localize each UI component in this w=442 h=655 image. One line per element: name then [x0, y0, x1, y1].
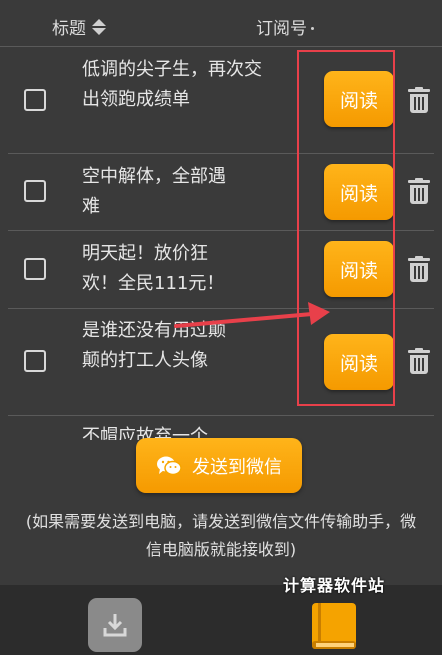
select-checkbox[interactable] [24, 350, 46, 372]
title-column-header[interactable]: 标题 [52, 14, 106, 39]
title-column-label: 标题 [52, 19, 86, 39]
trash-icon[interactable] [408, 87, 430, 113]
select-checkbox[interactable] [24, 258, 46, 280]
dot-icon [311, 27, 314, 30]
download-icon [103, 614, 127, 637]
highlight-box [297, 50, 395, 406]
article-title: 空中解体，全部遇难 [82, 166, 226, 217]
subscription-column-label: 订阅号 [256, 19, 307, 39]
subscription-column-header: 订阅号 [256, 14, 314, 39]
select-checkbox[interactable] [24, 180, 46, 202]
watermark: 计算器软件站 [283, 576, 386, 595]
article-title: 是谁还没有用过颠颠的打工人头像 [82, 320, 226, 371]
help-note: (如果需要发送到电脑，请发送到微信文件传输助手，微信电脑版就能接收到) [25, 512, 417, 559]
book-icon[interactable] [306, 597, 362, 655]
article-title: 明天起！放价狂欢！全民111元！ [82, 243, 225, 294]
trash-icon[interactable] [408, 256, 430, 282]
send-button-label: 发送到微信 [192, 456, 282, 478]
sort-icon[interactable] [92, 18, 106, 35]
send-to-wechat-button[interactable]: 发送到微信 [136, 438, 302, 493]
wechat-icon [157, 456, 182, 475]
list-header: 标题 订阅号 [0, 0, 442, 47]
trash-icon[interactable] [408, 348, 430, 374]
select-checkbox[interactable] [24, 89, 46, 111]
article-title: 低调的尖子生，再次交出领跑成绩单 [82, 59, 262, 110]
tab-download[interactable] [88, 598, 142, 652]
trash-icon[interactable] [408, 178, 430, 204]
